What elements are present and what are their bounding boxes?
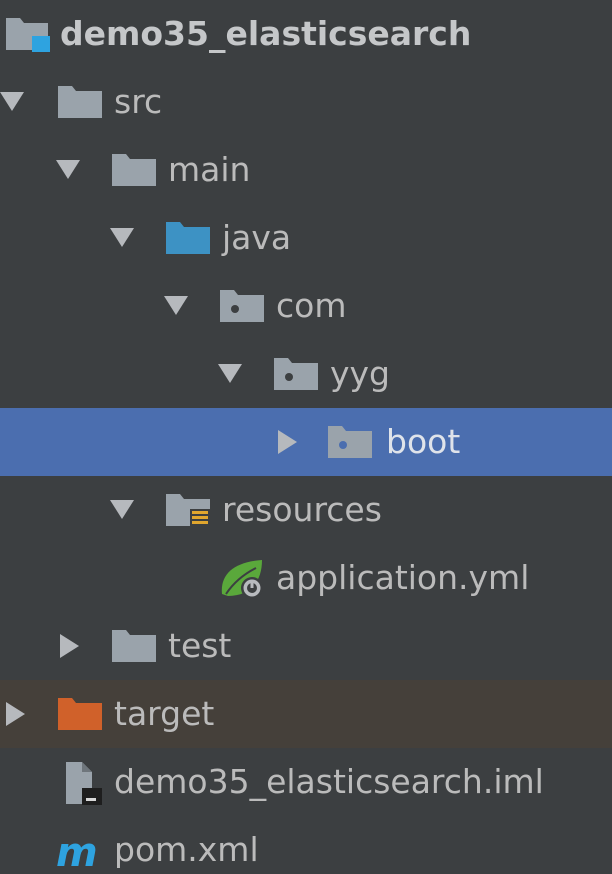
tree-node-pom[interactable]: m pom.xml [0,816,612,874]
excluded-folder-icon [56,696,104,732]
expand-arrow-icon[interactable] [164,296,188,315]
tree-node-yyg[interactable]: yyg [0,340,612,408]
iml-file-icon [62,760,106,806]
tree-node-com[interactable]: com [0,272,612,340]
resources-root-folder-icon [164,492,212,528]
tree-node-boot[interactable]: boot [0,408,612,476]
folder-icon [110,628,158,664]
folder-icon [110,152,158,188]
tree-node-label: demo35_elasticsearch [60,14,472,53]
tree-node-label: main [168,150,251,189]
tree-node-label: java [222,218,292,257]
tree-node-application-yml[interactable]: application.yml [0,544,612,612]
tree-node-label: resources [222,490,382,529]
collapse-arrow-icon[interactable] [278,430,297,454]
tree-node-label: yyg [330,354,391,393]
package-icon [218,288,266,324]
expand-arrow-icon[interactable] [0,92,24,111]
tree-node-test[interactable]: test [0,612,612,680]
project-tree: demo35_elasticsearch src main java com y… [0,0,612,874]
tree-node-iml[interactable]: demo35_elasticsearch.iml [0,748,612,816]
tree-node-label: pom.xml [114,830,259,869]
package-icon [326,424,374,460]
maven-icon: m [54,828,104,872]
tree-node-label: src [114,82,163,121]
tree-node-main[interactable]: main [0,136,612,204]
tree-node-src[interactable]: src [0,68,612,136]
collapse-arrow-icon[interactable] [60,634,79,658]
spring-boot-config-icon [218,556,268,600]
expand-arrow-icon[interactable] [110,228,134,247]
tree-node-resources[interactable]: resources [0,476,612,544]
tree-node-label: test [168,626,232,665]
collapse-arrow-icon[interactable] [6,702,25,726]
tree-node-label: com [276,286,347,325]
package-icon [272,356,320,392]
folder-icon [56,84,104,120]
svg-text:m: m [56,830,98,872]
expand-arrow-icon[interactable] [110,500,134,519]
tree-node-java[interactable]: java [0,204,612,272]
tree-node-label: demo35_elasticsearch.iml [114,762,544,801]
tree-node-label: target [114,694,215,733]
tree-node-target[interactable]: target [0,680,612,748]
tree-node-label: application.yml [276,558,530,597]
tree-node-label: boot [386,422,461,461]
project-module-icon [4,14,52,54]
expand-arrow-icon[interactable] [218,364,242,383]
source-root-folder-icon [164,220,212,256]
tree-node-project[interactable]: demo35_elasticsearch [0,0,612,68]
expand-arrow-icon[interactable] [56,160,80,179]
